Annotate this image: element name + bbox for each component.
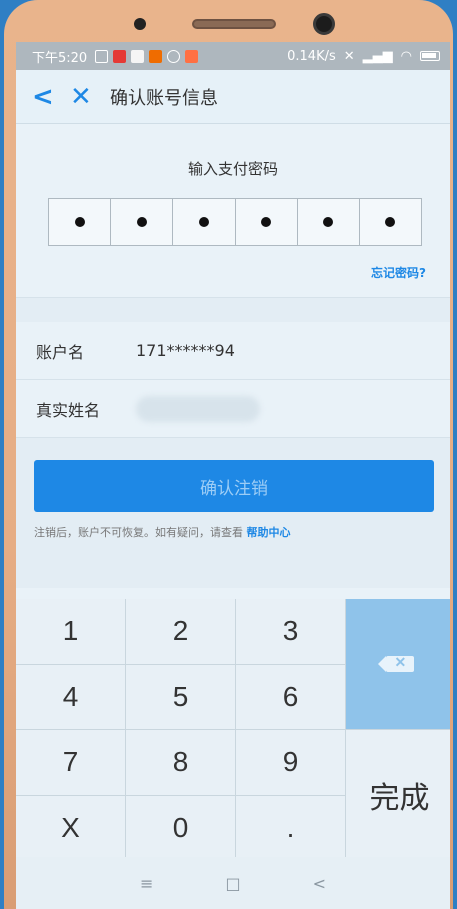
filled-dot — [261, 217, 272, 227]
real-name-value-blurred — [136, 395, 260, 422]
delete-key[interactable]: ✕ — [346, 599, 450, 729]
system-back-icon[interactable]: < — [313, 874, 326, 893]
front-sensor — [134, 18, 146, 30]
screen: 下午5:20 0.14K/s ✕ ▂▄▆ ◠ < ✕ 确认账号信息 输入支付密码… — [16, 42, 450, 909]
confirm-cancel-button[interactable]: 确认注销 — [34, 460, 434, 512]
menu-icon[interactable]: ≡ — [140, 874, 153, 893]
key-7[interactable]: 7 — [16, 730, 125, 795]
key-6[interactable]: 6 — [236, 664, 345, 729]
key-8[interactable]: 8 — [126, 730, 235, 795]
key-4[interactable]: 4 — [16, 664, 125, 729]
key-x[interactable]: X — [16, 795, 125, 860]
key-2[interactable]: 2 — [126, 599, 235, 664]
app-icon-red — [113, 49, 127, 63]
key-dot[interactable]: . — [236, 795, 345, 860]
help-center-link[interactable]: 帮助中心 — [247, 526, 291, 539]
key-9[interactable]: 9 — [236, 730, 345, 795]
nav-bar: < ✕ 确认账号信息 — [16, 70, 450, 124]
status-right: 0.14K/s ✕ ▂▄▆ ◠ — [287, 49, 440, 64]
filled-dot — [198, 217, 209, 227]
password-input[interactable] — [48, 198, 422, 246]
status-time: 下午5:20 — [32, 50, 88, 66]
password-section: 输入支付密码 忘记密码? — [16, 124, 450, 298]
page-title: 确认账号信息 — [110, 87, 218, 109]
password-digit — [360, 199, 421, 245]
network-speed: 0.14K/s — [287, 48, 336, 64]
password-title: 输入支付密码 — [187, 160, 278, 178]
password-digit — [298, 199, 360, 245]
app-icon-message — [185, 49, 199, 63]
password-digit — [236, 199, 298, 245]
filled-dot — [136, 217, 147, 227]
app-icon-orange — [149, 49, 163, 63]
status-bar: 下午5:20 0.14K/s ✕ ▂▄▆ ◠ — [16, 42, 450, 70]
password-digit — [173, 199, 236, 245]
real-name-label: 真实姓名 — [36, 400, 101, 420]
app-icon-blue — [131, 49, 145, 63]
wifi-icon: ◠ — [400, 48, 412, 64]
key-0[interactable]: 0 — [126, 795, 235, 860]
filled-dot — [323, 217, 334, 227]
account-name-value: 171******94 — [136, 341, 235, 360]
earpiece — [192, 19, 276, 29]
password-digit — [49, 199, 112, 245]
key-3[interactable]: 3 — [236, 599, 345, 664]
done-key[interactable]: 完成 — [346, 730, 450, 860]
signal-icon: ▂▄▆ — [362, 48, 393, 64]
notification-icons — [95, 49, 199, 63]
home-icon[interactable]: □ — [225, 874, 240, 893]
back-icon[interactable]: < — [32, 82, 62, 112]
battery-icon — [420, 51, 440, 61]
system-nav-bar: ≡ □ < — [16, 857, 450, 909]
cancel-note: 注销后，账户不可恢复。如有疑问，请查看 帮助中心 — [34, 524, 434, 540]
numeric-keypad: 1 2 3 ✕ 4 5 6 7 8 9 完成 X 0 . — [16, 599, 450, 860]
key-1[interactable]: 1 — [16, 599, 125, 664]
cancel-note-text: 注销后，账户不可恢复。如有疑问，请查看 — [34, 526, 243, 539]
forgot-password-link[interactable]: 忘记密码? — [371, 264, 426, 281]
filled-dot — [74, 217, 85, 227]
section-gap — [16, 298, 450, 322]
app-icon-circle — [167, 49, 181, 63]
mute-icon: ✕ — [343, 48, 355, 64]
real-name-row: 真实姓名 — [16, 380, 450, 438]
account-name-row: 账户名 171******94 — [16, 322, 450, 380]
confirm-area: 确认注销 注销后，账户不可恢复。如有疑问，请查看 帮助中心 — [16, 438, 450, 588]
filled-dot — [385, 217, 396, 227]
account-name-label: 账户名 — [36, 342, 85, 362]
close-icon[interactable]: ✕ — [70, 82, 106, 112]
backspace-icon: ✕ — [377, 654, 414, 672]
phone-frame: 下午5:20 0.14K/s ✕ ▂▄▆ ◠ < ✕ 确认账号信息 输入支付密码… — [4, 0, 453, 909]
password-digit — [111, 199, 174, 245]
key-5[interactable]: 5 — [126, 664, 235, 729]
shield-icon — [95, 49, 109, 63]
front-camera — [313, 13, 335, 35]
